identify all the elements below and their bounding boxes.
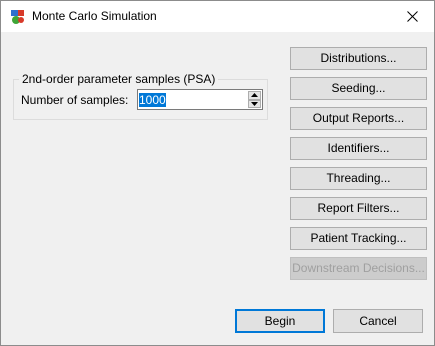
begin-button[interactable]: Begin: [235, 309, 325, 333]
close-icon: [406, 11, 418, 22]
app-logo-icon: [10, 9, 26, 25]
threading-button[interactable]: Threading...: [290, 167, 427, 190]
number-of-samples-label: Number of samples:: [21, 93, 129, 107]
report-filters-button[interactable]: Report Filters...: [290, 197, 427, 220]
identifiers-button[interactable]: Identifiers...: [290, 137, 427, 160]
number-of-samples-input[interactable]: [139, 91, 247, 108]
cancel-button[interactable]: Cancel: [333, 309, 423, 333]
spinner-down-button[interactable]: [248, 99, 261, 108]
output-reports-button[interactable]: Output Reports...: [290, 107, 427, 130]
title-bar: Monte Carlo Simulation: [1, 1, 434, 32]
dialog-window: Monte Carlo Simulation 2nd-order paramet…: [0, 0, 435, 346]
triangle-down-icon: [251, 101, 258, 106]
spinner-up-button[interactable]: [248, 91, 261, 100]
number-of-samples-spinner[interactable]: [137, 89, 263, 110]
close-button[interactable]: [390, 1, 434, 32]
triangle-up-icon: [251, 93, 258, 98]
distributions-button[interactable]: Distributions...: [290, 47, 427, 70]
seeding-button[interactable]: Seeding...: [290, 77, 427, 100]
patient-tracking-button[interactable]: Patient Tracking...: [290, 227, 427, 250]
window-title: Monte Carlo Simulation: [32, 9, 157, 23]
psa-group-legend: 2nd-order parameter samples (PSA): [22, 72, 216, 86]
downstream-decisions-button[interactable]: Downstream Decisions...: [290, 257, 427, 280]
spinner-arrows: [248, 91, 261, 108]
